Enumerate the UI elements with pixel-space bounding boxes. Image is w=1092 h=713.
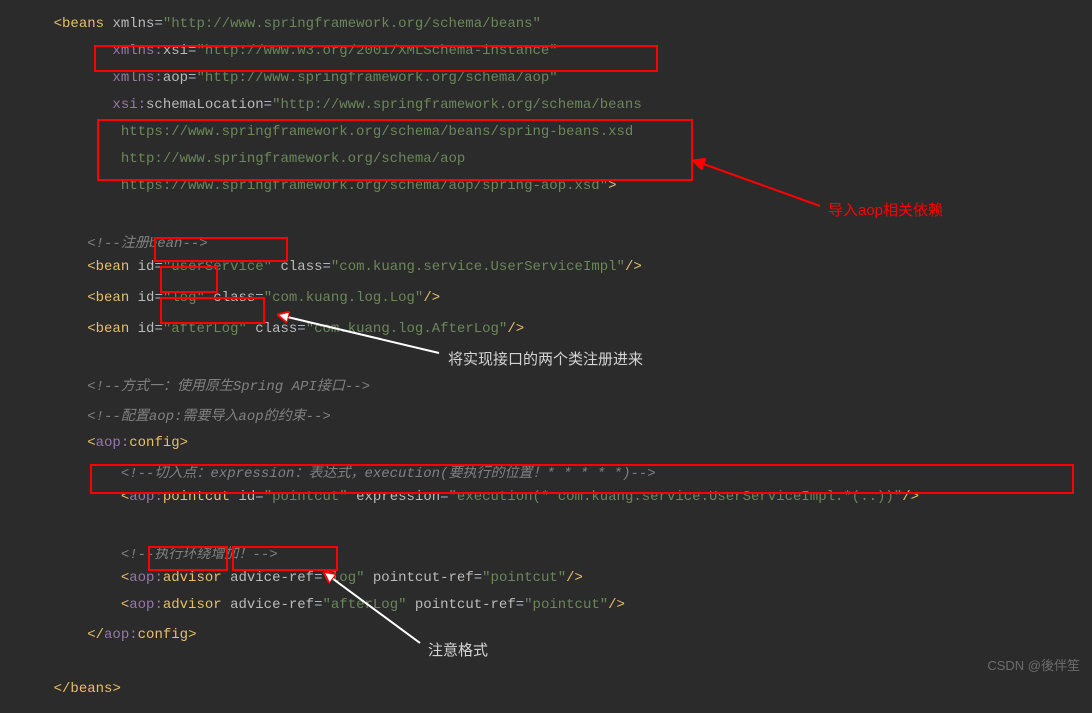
code-line: <bean id="afterLog" class="com.kuang.log…: [20, 305, 524, 353]
watermark: CSDN @後伴笙: [987, 655, 1080, 674]
annotation-aop-deps: 导入aop相关依赖: [828, 199, 943, 220]
code-line: </aop:config>: [20, 611, 196, 659]
arrow-format: [320, 568, 430, 648]
highlight-box-afterlog: [160, 297, 265, 324]
code-line: </beans>: [20, 665, 121, 713]
highlight-box-pointcut: [90, 464, 1074, 494]
highlight-box-aop-schema: [97, 119, 693, 181]
highlight-box-xmlns-aop: [94, 45, 658, 72]
annotation-format: 注意格式: [428, 639, 488, 660]
annotation-register-classes: 将实现接口的两个类注册进来: [448, 348, 643, 369]
highlight-box-userservice: [154, 237, 288, 262]
highlight-box-log: [160, 266, 218, 293]
code-editor: <beans xmlns="http://www.springframework…: [0, 0, 1092, 684]
arrow-register-classes: [274, 310, 444, 358]
highlight-box-advisor: [148, 546, 228, 571]
arrow-aop-deps: [690, 156, 840, 216]
